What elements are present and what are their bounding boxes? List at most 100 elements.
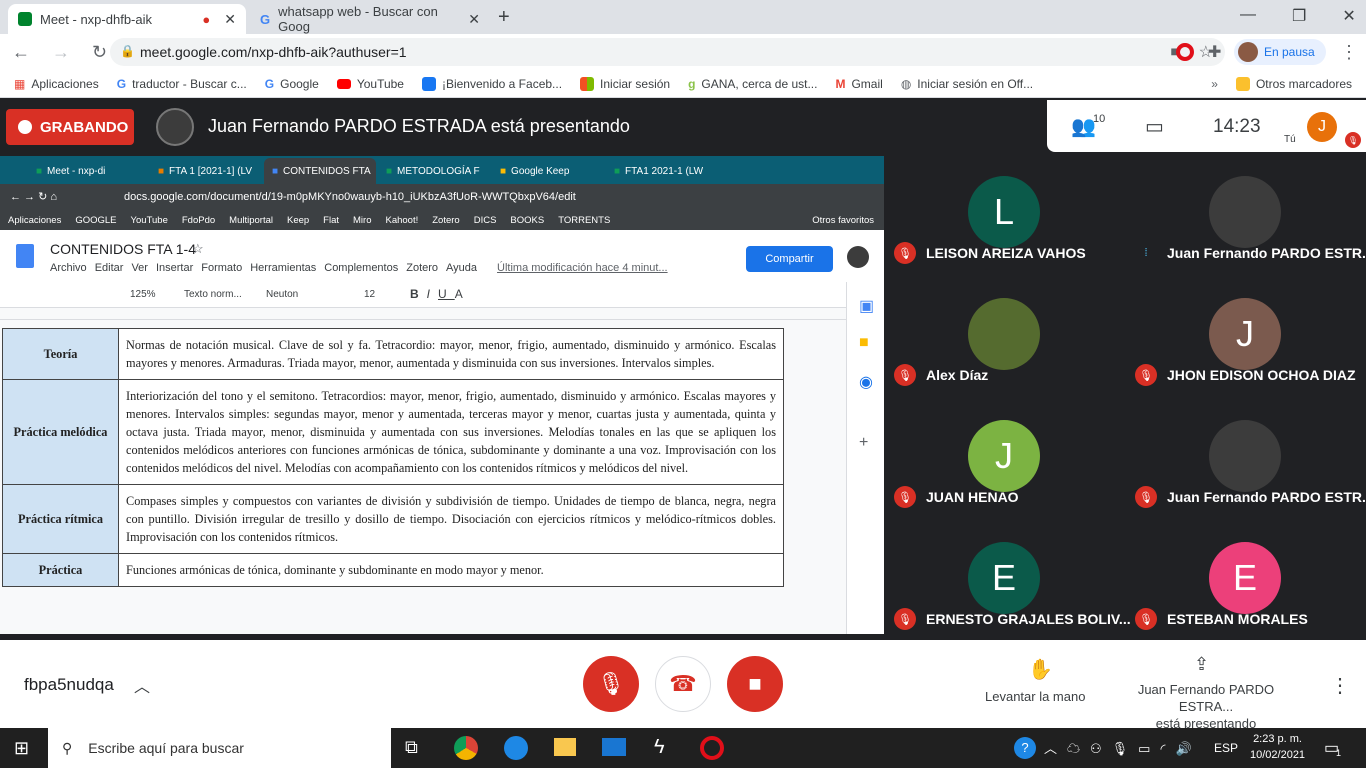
bookmark-other[interactable]: Otros marcadores xyxy=(1235,76,1352,91)
profile-button[interactable]: En pausa xyxy=(1234,39,1326,65)
tray-icons[interactable]: ︿☁⚇🎙▭◜🔊 xyxy=(1044,738,1202,757)
presenter-avatar xyxy=(156,108,194,146)
avatar: J xyxy=(968,420,1040,492)
participant-name: JUAN HENAO xyxy=(926,489,1019,505)
clock-date: 10/02/2021 xyxy=(1250,749,1306,761)
bookmark-gmail[interactable]: M Gmail xyxy=(835,77,882,91)
hand-icon[interactable]: ✋ xyxy=(1028,657,1053,682)
participant-name: ESTEBAN MORALES xyxy=(1167,611,1308,627)
more-options-icon[interactable]: ⋮ xyxy=(1330,673,1350,698)
docs-logo-icon xyxy=(16,244,34,268)
minimize-button[interactable]: — xyxy=(1240,6,1256,26)
menu-item: Ver xyxy=(131,262,148,274)
mail-icon[interactable] xyxy=(602,738,626,756)
reload-button[interactable]: ↻ xyxy=(92,42,107,63)
tab-whatsapp-search[interactable]: G whatsapp web - Buscar con Goog ✕ xyxy=(250,4,490,34)
docs-side-panel: ▣ ■ ◉ + xyxy=(846,282,884,634)
document-page: Teoría Normas de notación musical. Clave … xyxy=(0,320,846,634)
google-icon: G xyxy=(116,76,127,91)
close-icon[interactable]: ✕ xyxy=(224,11,236,28)
shared-tab: ■ FTA 1 [2021-1] (LV xyxy=(150,158,262,184)
chrome-icon[interactable] xyxy=(454,736,478,760)
participant-tile[interactable]: ⁞ Juan Fernando PARDO ESTR... xyxy=(1125,176,1366,298)
star-icon: ☆ xyxy=(192,241,204,256)
participant-tile[interactable]: 🎙 Alex Díaz xyxy=(884,298,1125,420)
opera-icon[interactable] xyxy=(700,736,724,760)
bookmark-google[interactable]: G Google xyxy=(265,77,319,91)
meeting-code[interactable]: fbpa5nudqa xyxy=(24,675,114,695)
notification-count: 1 xyxy=(1336,748,1342,758)
new-tab-button[interactable]: + xyxy=(498,6,510,29)
bookmark-apps[interactable]: ▦ Aplicaciones xyxy=(14,77,99,91)
address-bar[interactable]: 🔒 meet.google.com/nxp-dhfb-aik?authuser=… xyxy=(110,38,1225,66)
present-icon[interactable]: ⇪ xyxy=(1194,654,1209,675)
forward-button[interactable]: → xyxy=(52,42,70,63)
bookmark-office[interactable]: ◍ Iniciar sesión en Off... xyxy=(901,77,1033,91)
raise-hand-button[interactable]: Levantar la mano xyxy=(985,689,1085,704)
bookmark-microsoft[interactable]: Iniciar sesión xyxy=(580,76,670,91)
taskbar-search[interactable]: ⚲ Escribe aquí para buscar xyxy=(48,728,391,768)
file-explorer-icon[interactable] xyxy=(554,738,576,756)
participant-tile[interactable]: J 🎙 JUAN HENAO xyxy=(884,420,1125,542)
help-icon[interactable]: ? xyxy=(1014,737,1036,759)
shared-address-bar: ← → ↻ ⌂ docs.google.com/document/d/19-m0… xyxy=(0,184,884,210)
bookmark-label: Iniciar sesión en Off... xyxy=(917,76,1034,91)
profile-status: En pausa xyxy=(1264,45,1315,59)
shared-tab-label: Google Keep xyxy=(511,165,570,177)
menu-item: Formato xyxy=(201,262,243,274)
avatar: J xyxy=(1209,298,1281,370)
avatar: E xyxy=(1209,542,1281,614)
folder-icon xyxy=(1235,76,1250,91)
participant-name: Juan Fernando PARDO ESTR... xyxy=(1167,489,1366,505)
chat-icon[interactable]: ▭ xyxy=(1145,114,1164,139)
youtube-icon xyxy=(336,78,351,89)
chevron-up-icon[interactable]: ︿ xyxy=(134,673,150,697)
classroom-icon: ■ xyxy=(158,165,165,177)
participant-tile[interactable]: J 🎙 JHON EDISON OCHOA DIAZ xyxy=(1125,298,1366,420)
self-label: Tú xyxy=(1284,134,1296,145)
row-text: Funciones armónicas de tónica, dominante… xyxy=(118,553,784,587)
participant-tile[interactable]: 🎙 Juan Fernando PARDO ESTR... xyxy=(1125,420,1366,542)
taskbar-clock[interactable]: 2:23 p. m. 10/02/2021 xyxy=(1250,731,1305,763)
search-placeholder: Escribe aquí para buscar xyxy=(88,740,244,756)
bookmark-facebook[interactable]: ¡Bienvenido a Faceb... xyxy=(421,76,562,91)
chevron-right-icon[interactable]: » xyxy=(1211,77,1218,91)
participant-name: LEISON AREIZA VAHOS xyxy=(926,245,1086,261)
mic-toggle-button[interactable]: 🎙 xyxy=(583,656,639,712)
language-indicator[interactable]: ESP xyxy=(1214,741,1238,755)
task-view-icon[interactable]: ⧉ xyxy=(405,737,418,758)
opera-icon[interactable] xyxy=(1176,43,1194,61)
tab-meet[interactable]: Meet - nxp-dhfb-aik ● ✕ xyxy=(8,4,246,34)
participant-count: 10 xyxy=(1093,113,1106,125)
participant-tile[interactable]: L 🎙 LEISON AREIZA VAHOS xyxy=(884,176,1125,298)
close-icon[interactable]: ✕ xyxy=(468,11,480,28)
leave-call-button[interactable]: ☎ xyxy=(655,656,711,712)
avatar xyxy=(1209,420,1281,492)
mic-off-icon: 🎙 xyxy=(894,242,916,264)
windows-start-icon[interactable]: ⊞ xyxy=(14,738,29,759)
camera-toggle-button[interactable]: ■ xyxy=(727,656,783,712)
app-icon[interactable]: ϟ xyxy=(654,736,665,759)
docs-icon: ■ xyxy=(272,165,279,177)
extensions-icon[interactable]: ✚ xyxy=(1208,42,1221,62)
row-heading: Teoría xyxy=(2,328,119,380)
shared-bookmark: BOOKS xyxy=(510,214,545,226)
edge-icon[interactable] xyxy=(504,736,528,760)
meet-icon xyxy=(18,12,32,26)
shared-bookmark: Multiportal xyxy=(229,214,273,226)
presenting-status[interactable]: Juan Fernando PARDO ESTRA... está presen… xyxy=(1110,681,1302,732)
avatar: L xyxy=(968,176,1040,248)
maximize-button[interactable]: ❐ xyxy=(1292,6,1306,26)
shared-tab-label: CONTENIDOS FTA xyxy=(283,165,371,177)
recording-label: GRABANDO xyxy=(40,118,129,136)
back-button[interactable]: ← xyxy=(12,42,30,63)
bookmark-translator[interactable]: Gtraductor - Buscar c... xyxy=(117,77,247,91)
avatar xyxy=(968,298,1040,370)
menu-icon[interactable]: ⋮ xyxy=(1340,42,1358,63)
shared-tab: ■ METODOLOGÍA F xyxy=(378,158,490,184)
window-close-button[interactable]: ✕ xyxy=(1342,6,1355,26)
bookmark-youtube[interactable]: YouTube xyxy=(336,77,404,91)
bookmark-gana[interactable]: g GANA, cerca de ust... xyxy=(688,77,817,91)
gana-icon: g xyxy=(688,76,696,91)
recording-badge: GRABANDO xyxy=(6,109,134,145)
